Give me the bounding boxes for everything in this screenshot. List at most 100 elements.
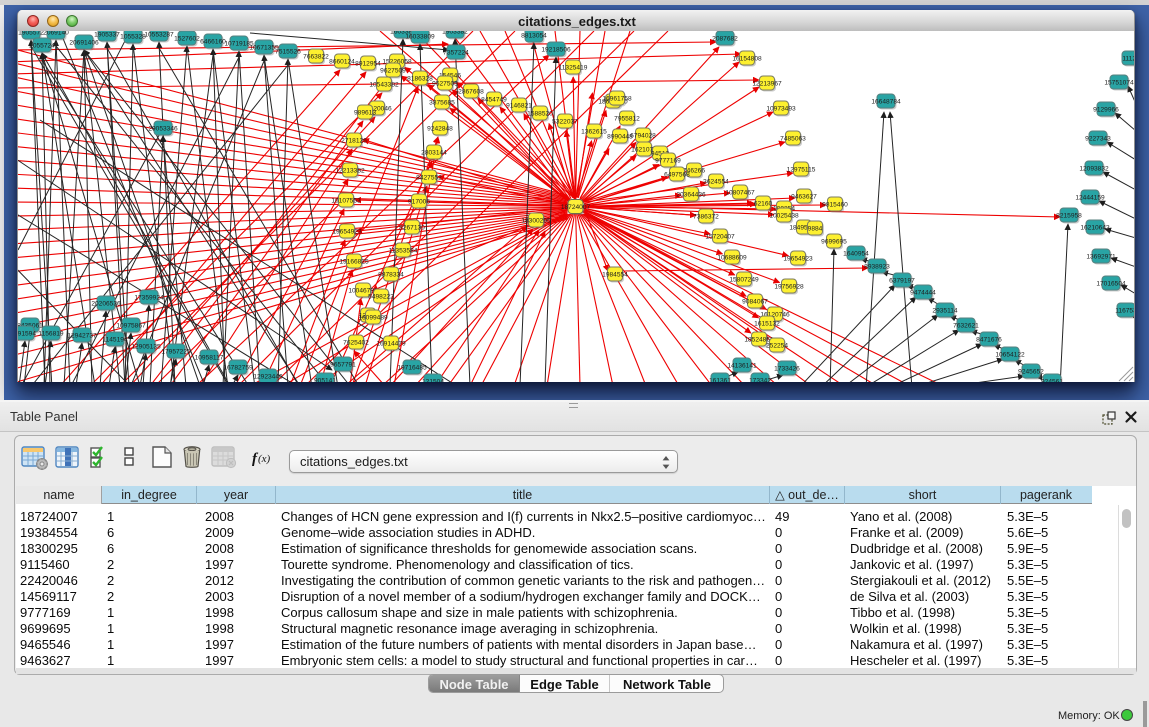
svg-text:15751074: 15751074 [1104, 80, 1134, 87]
svg-text:1156819: 1156819 [38, 331, 64, 338]
svg-text:11126: 11126 [1122, 56, 1135, 63]
svg-text:10975867: 10975867 [116, 323, 146, 330]
svg-text:9657791: 9657791 [330, 362, 356, 369]
svg-text:7625402: 7625402 [343, 340, 369, 347]
svg-text:12942737: 12942737 [67, 333, 97, 340]
svg-text:9474444: 9474444 [910, 290, 936, 297]
svg-text:12923446: 12923446 [253, 374, 283, 381]
svg-text:6466160: 6466160 [200, 39, 226, 46]
svg-text:11353584: 11353584 [389, 248, 418, 255]
svg-text:16099489: 16099489 [358, 315, 388, 322]
svg-text:9463627: 9463627 [791, 194, 817, 201]
svg-text:1733426: 1733426 [774, 366, 800, 373]
svg-text:20364436: 20364436 [676, 192, 706, 199]
svg-text:1615132: 1615132 [754, 321, 780, 328]
svg-text:9815460: 9815460 [822, 202, 848, 209]
svg-text:7955812: 7955812 [614, 116, 640, 123]
svg-text:2087682: 2087682 [712, 36, 738, 43]
svg-text:19654923: 19654923 [332, 229, 362, 236]
svg-text:17957225: 17957225 [161, 349, 191, 356]
svg-text:10973493: 10973493 [766, 106, 796, 113]
svg-text:252254: 252254 [766, 343, 788, 350]
svg-text:8912954: 8912954 [355, 61, 381, 68]
svg-text:9129966: 9129966 [1093, 107, 1119, 114]
svg-text:1984554: 1984554 [602, 272, 628, 279]
svg-text:11325419: 11325419 [559, 65, 588, 72]
svg-text:6497568: 6497568 [664, 172, 690, 179]
svg-text:19218506: 19218506 [541, 47, 571, 54]
svg-text:8878334: 8878334 [378, 272, 404, 279]
svg-text:2867608: 2867608 [458, 89, 484, 96]
svg-text:9242848: 9242848 [427, 126, 453, 133]
svg-text:13692971: 13692971 [1086, 254, 1116, 261]
svg-text:8471676: 8471676 [976, 337, 1002, 344]
svg-text:1640954: 1640954 [843, 251, 869, 258]
svg-text:6379197: 6379197 [889, 278, 915, 285]
svg-text:116753: 116753 [1115, 308, 1135, 315]
svg-text:1145194: 1145194 [102, 337, 128, 344]
svg-text:16782759: 16782759 [223, 365, 253, 372]
svg-text:7485063: 7485063 [780, 136, 806, 143]
svg-text:15720407: 15720407 [705, 234, 735, 241]
svg-text:1903382: 1903382 [442, 31, 468, 36]
svg-text:10688609: 10688609 [717, 255, 747, 262]
svg-text:12444159: 12444159 [1075, 195, 1105, 202]
svg-text:6794028: 6794028 [630, 133, 656, 140]
svg-text:924561: 924561 [1041, 379, 1063, 383]
svg-text:5498222: 5498222 [368, 294, 394, 301]
svg-text:8813054: 8813054 [521, 33, 547, 40]
svg-text:14136141: 14136141 [727, 363, 757, 370]
svg-text:20206536: 20206536 [91, 301, 121, 308]
svg-text:12975115: 12975115 [787, 167, 816, 174]
svg-text:9527505: 9527505 [432, 81, 458, 88]
svg-text:16033809: 16033809 [405, 34, 435, 41]
svg-text:19654923: 19654923 [783, 256, 813, 263]
svg-text:173342: 173342 [749, 378, 771, 383]
svg-text:3875685: 3875685 [429, 100, 455, 107]
svg-text:16648784: 16648784 [871, 99, 901, 106]
svg-text:1362615: 1362615 [581, 129, 607, 136]
svg-text:1905337: 1905337 [94, 32, 120, 39]
svg-text:12905135: 12905135 [131, 344, 161, 351]
svg-text:8267130: 8267130 [399, 225, 425, 232]
svg-text:10553287: 10553287 [144, 32, 174, 39]
svg-text:10543382: 10543382 [369, 82, 399, 89]
svg-text:12213967: 12213967 [752, 81, 782, 88]
svg-text:391594: 391594 [17, 331, 36, 338]
svg-text:10958117: 10958117 [195, 355, 224, 362]
svg-text:10025438: 10025438 [769, 213, 799, 220]
svg-text:8454749: 8454749 [481, 97, 507, 104]
svg-text:19166825: 19166825 [339, 259, 369, 266]
svg-text:12213382: 12213382 [335, 168, 365, 175]
svg-text:20691406: 20691406 [69, 40, 99, 47]
svg-text:8186328: 8186328 [407, 76, 433, 83]
svg-text:8427552: 8427552 [416, 175, 442, 182]
svg-text:9627509: 9627509 [380, 68, 406, 75]
svg-text:1588520: 1588520 [527, 111, 553, 118]
svg-text:2069140: 2069140 [43, 31, 69, 37]
svg-text:9227343: 9227343 [1085, 136, 1111, 143]
svg-text:1527602: 1527602 [174, 36, 200, 43]
svg-text:1055328: 1055328 [120, 34, 146, 41]
svg-text:12093832: 12093832 [1079, 166, 1109, 173]
svg-text:161361: 161361 [709, 378, 731, 383]
svg-text:7515526: 7515526 [275, 49, 301, 56]
svg-text:1905572: 1905572 [18, 31, 44, 37]
svg-text:16107553: 16107553 [331, 198, 361, 205]
svg-text:7632621: 7632621 [953, 323, 979, 330]
svg-text:905141: 905141 [314, 378, 336, 383]
svg-text:8660124: 8660124 [329, 59, 355, 66]
svg-text:2803144: 2803144 [421, 150, 447, 157]
svg-text:15807249: 15807249 [729, 277, 759, 284]
svg-text:8938923: 8938923 [864, 264, 890, 271]
svg-text:16210643: 16210643 [1080, 225, 1110, 232]
svg-text:3624554: 3624554 [703, 179, 729, 186]
svg-text:9777169: 9777169 [655, 158, 681, 165]
svg-text:10807467: 10807467 [725, 190, 755, 197]
svg-text:8215958: 8215958 [1056, 213, 1082, 220]
svg-text:7663822: 7663822 [303, 54, 329, 61]
svg-text:19756928: 19756928 [774, 284, 804, 291]
svg-text:121504: 121504 [422, 379, 444, 383]
svg-text:16914479: 16914479 [376, 341, 406, 348]
svg-text:18300295: 18300295 [521, 218, 551, 225]
